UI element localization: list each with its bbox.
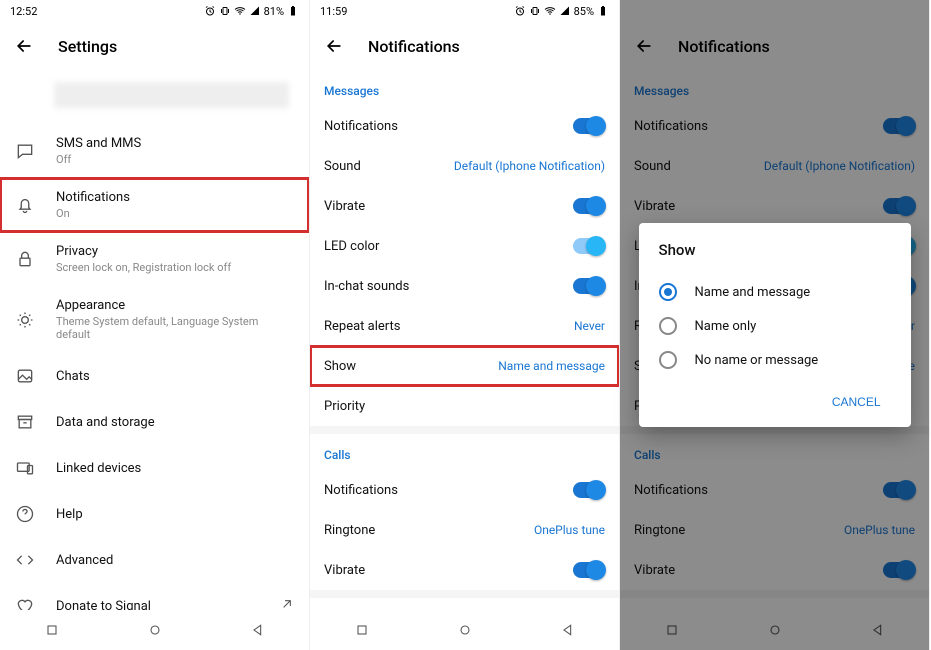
radio-icon: [659, 283, 677, 301]
row-vibrate[interactable]: Vibrate: [310, 186, 619, 226]
app-bar: Settings: [0, 22, 309, 70]
row-led[interactable]: LED color: [310, 226, 619, 266]
battery-icon: [287, 5, 299, 17]
row-linked-devices[interactable]: Linked devices: [0, 445, 309, 491]
row-privacy[interactable]: PrivacyScreen lock on, Registration lock…: [0, 232, 309, 286]
radio-option-name-and-message[interactable]: Name and message: [659, 275, 891, 309]
heart-icon: [15, 596, 35, 610]
section-messages: Messages: [310, 70, 619, 106]
cancel-button[interactable]: CANCEL: [822, 387, 891, 417]
wifi-icon: [544, 5, 556, 17]
row-sound[interactable]: SoundDefault (Iphone Notification): [310, 146, 619, 186]
nav-recent-icon[interactable]: [44, 622, 60, 638]
toggle-switch[interactable]: [573, 238, 605, 254]
help-icon: [15, 504, 35, 524]
section-events: Events: [310, 598, 619, 610]
battery-icon: [597, 5, 609, 17]
signal-icon: [559, 5, 571, 17]
divider: [310, 426, 619, 434]
nav-back-icon[interactable]: [250, 622, 266, 638]
page-title: Notifications: [368, 37, 460, 56]
toggle-switch[interactable]: [573, 278, 605, 294]
back-icon[interactable]: [324, 36, 344, 56]
row-msg-notifications[interactable]: Notifications: [310, 106, 619, 146]
archive-icon: [15, 412, 35, 432]
section-calls: Calls: [310, 434, 619, 470]
nav-bar: [0, 610, 309, 650]
clock: 12:52: [10, 5, 37, 18]
code-icon: [15, 550, 35, 570]
vibrate-icon: [219, 5, 231, 17]
page-title: Settings: [58, 37, 117, 56]
row-repeat[interactable]: Repeat alertsNever: [310, 306, 619, 346]
row-priority[interactable]: Priority: [310, 386, 619, 426]
row-sms-mms[interactable]: SMS and MMSOff: [0, 124, 309, 178]
row-call-notifications[interactable]: Notifications: [310, 470, 619, 510]
toggle-switch[interactable]: [573, 198, 605, 214]
battery-pct: 81%: [264, 5, 284, 18]
vibrate-icon: [529, 5, 541, 17]
row-data-storage[interactable]: Data and storage: [0, 399, 309, 445]
row-help[interactable]: Help: [0, 491, 309, 537]
app-bar: Notifications: [310, 22, 619, 70]
radio-icon: [659, 351, 677, 369]
clock: 11:59: [320, 5, 347, 18]
bell-icon: [15, 195, 35, 215]
toggle-switch[interactable]: [573, 562, 605, 578]
devices-icon: [15, 458, 35, 478]
nav-recent-icon[interactable]: [354, 622, 370, 638]
row-advanced[interactable]: Advanced: [0, 537, 309, 583]
toggle-switch[interactable]: [573, 118, 605, 134]
signal-icon: [249, 5, 261, 17]
alarm-icon: [514, 5, 526, 17]
profile-block[interactable]: [54, 82, 289, 108]
dialog-scrim[interactable]: Show Name and message Name only No name …: [620, 0, 929, 650]
screen-dialog: 11:59 85% Notifications Messages Notific…: [620, 0, 930, 650]
status-bar: 11:59 85%: [310, 0, 619, 22]
toggle-switch[interactable]: [573, 482, 605, 498]
status-bar: 12:52 81%: [0, 0, 309, 22]
row-appearance[interactable]: AppearanceTheme System default, Language…: [0, 286, 309, 353]
row-call-vibrate[interactable]: Vibrate: [310, 550, 619, 590]
dialog-title: Show: [659, 241, 891, 259]
radio-icon: [659, 317, 677, 335]
battery-pct: 85%: [574, 5, 594, 18]
row-ringtone[interactable]: RingtoneOnePlus tune: [310, 510, 619, 550]
divider: [310, 590, 619, 598]
screen-notification-settings: 11:59 85% Notifications Messages Notific…: [310, 0, 620, 650]
lock-icon: [15, 249, 35, 269]
nav-back-icon[interactable]: [560, 622, 576, 638]
screen-settings: 12:52 81% Settings SMS and MMSOff Notifi…: [0, 0, 310, 650]
sun-icon: [15, 310, 35, 330]
back-icon[interactable]: [14, 36, 34, 56]
external-link-icon: [279, 596, 295, 610]
radio-option-no-name[interactable]: No name or message: [659, 343, 891, 377]
image-icon: [15, 366, 35, 386]
row-notifications[interactable]: NotificationsOn: [0, 178, 309, 232]
nav-home-icon[interactable]: [147, 622, 163, 638]
radio-option-name-only[interactable]: Name only: [659, 309, 891, 343]
nav-bar: [310, 610, 619, 650]
row-inchat[interactable]: In-chat sounds: [310, 266, 619, 306]
wifi-icon: [234, 5, 246, 17]
row-chats[interactable]: Chats: [0, 353, 309, 399]
nav-home-icon[interactable]: [457, 622, 473, 638]
row-donate[interactable]: Donate to Signal: [0, 583, 309, 610]
chat-bubble-icon: [15, 141, 35, 161]
row-show[interactable]: ShowName and message: [310, 346, 619, 386]
alarm-icon: [204, 5, 216, 17]
show-dialog: Show Name and message Name only No name …: [639, 223, 911, 427]
